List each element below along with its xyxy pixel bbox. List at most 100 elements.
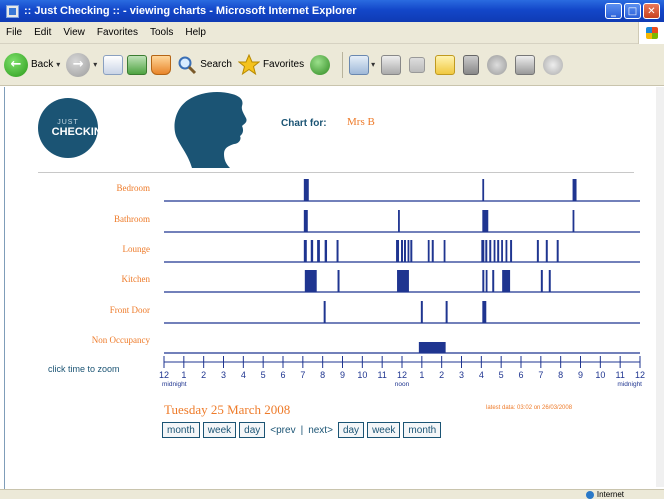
time-tick-label[interactable]: 2 [439,370,444,380]
users-icon[interactable] [543,54,564,75]
menu-edit[interactable]: Edit [28,27,57,38]
activity-bar[interactable] [407,240,410,262]
activity-bar[interactable] [418,342,446,353]
history-icon[interactable] [310,54,331,75]
time-tick-label[interactable]: 11 [377,370,386,380]
activity-bar[interactable] [572,179,577,201]
time-tick-label[interactable]: 1 [181,370,186,380]
time-tick-label[interactable]: 3 [459,370,464,380]
activity-bar[interactable] [396,240,400,262]
activity-bar[interactable] [556,240,559,262]
activity-bar[interactable] [303,179,309,201]
activity-bar[interactable] [493,240,496,262]
menu-help[interactable]: Help [179,27,212,38]
activity-bar[interactable] [481,240,485,262]
activity-bar[interactable] [540,270,543,292]
activity-bar[interactable] [403,240,406,262]
time-tick-label[interactable]: 12 [397,370,407,380]
refresh-icon[interactable] [127,54,148,75]
minimize-button[interactable]: _ [605,3,622,19]
time-tick-label[interactable]: 10 [595,370,605,380]
home-icon[interactable] [151,54,172,75]
prev-day-button[interactable]: day [239,422,266,438]
activity-bar[interactable] [303,240,307,262]
time-tick-label[interactable]: 5 [261,370,266,380]
menu-favorites[interactable]: Favorites [91,27,144,38]
activity-bar[interactable] [445,301,448,323]
forward-button[interactable]: → ▾ [66,52,97,77]
prev-month-button[interactable]: month [162,422,200,438]
activity-bar[interactable] [485,270,488,292]
time-tick-label[interactable]: 5 [499,370,504,380]
menu-view[interactable]: View [57,27,91,38]
activity-bar[interactable] [427,240,430,262]
time-tick-label[interactable]: 4 [479,370,484,380]
activity-bar[interactable] [304,270,317,292]
activity-bar[interactable] [310,240,314,262]
activity-bar[interactable] [482,301,487,323]
time-tick-label[interactable]: 10 [357,370,367,380]
activity-bar[interactable] [501,240,503,262]
time-tick-label[interactable]: 9 [340,370,345,380]
activity-bar[interactable] [497,240,500,262]
time-tick-label[interactable]: 6 [518,370,523,380]
activity-bar[interactable] [323,301,326,323]
time-tick-label[interactable]: 11 [615,370,624,380]
activity-timeline-chart[interactable]: 12 1 2 3 4 5 6 7 8 9 10 11 12 1 2 3 4 5 6 7 8 9 10 11 12midnight… [0,172,664,402]
activity-bar[interactable] [324,240,328,262]
stop-icon[interactable] [103,54,124,75]
back-dropdown-icon[interactable]: ▾ [56,60,60,69]
activity-bar[interactable] [545,240,548,262]
time-tick-label[interactable]: 7 [300,370,305,380]
close-button[interactable]: ✕ [643,3,660,19]
maximize-button[interactable]: □ [624,3,641,19]
time-tick-label[interactable]: 6 [280,370,285,380]
edit-icon[interactable] [409,56,426,73]
research-icon[interactable] [463,54,480,75]
messenger-icon[interactable] [487,54,508,75]
time-tick-label[interactable]: 12 [159,370,169,380]
print-icon[interactable] [381,54,402,75]
search-button[interactable]: Search [177,55,232,75]
next-day-button[interactable]: day [337,422,365,438]
time-tick-label[interactable]: 7 [538,370,543,380]
time-tick-label[interactable]: 1 [419,370,424,380]
forward-dropdown-icon[interactable]: ▾ [93,60,97,69]
time-tick-label[interactable]: 8 [320,370,325,380]
next-month-button[interactable]: month [403,422,442,438]
next-week-button[interactable]: week [367,422,401,438]
next-link[interactable]: next> [306,425,335,436]
activity-bar[interactable] [510,240,513,262]
activity-bar[interactable] [420,301,423,323]
activity-bar[interactable] [401,240,403,262]
time-tick-label[interactable]: 12 [635,370,645,380]
activity-bar[interactable] [536,240,539,262]
back-button[interactable]: ← Back ▾ [4,52,60,77]
activity-bar[interactable] [572,210,575,232]
window-titlebar[interactable]: :: Just Checking :: - viewing charts - M… [0,0,664,22]
time-tick-label[interactable]: 2 [201,370,206,380]
activity-bar[interactable] [303,210,308,232]
prev-link[interactable]: <prev [268,425,297,436]
activity-bar[interactable] [431,240,434,262]
activity-bar[interactable] [317,240,320,262]
activity-bar[interactable] [482,179,485,201]
tool-icon[interactable] [515,54,536,75]
activity-bar[interactable] [502,270,511,292]
activity-bar[interactable] [398,210,400,232]
activity-bar[interactable] [492,270,495,292]
activity-bar[interactable] [337,270,340,292]
mail-icon[interactable] [349,54,370,75]
activity-bar[interactable] [485,240,488,262]
time-tick-label[interactable]: 8 [558,370,563,380]
activity-bar[interactable] [482,210,489,232]
menu-tools[interactable]: Tools [144,27,179,38]
activity-bar[interactable] [397,270,409,292]
favorites-button[interactable]: Favorites [237,53,304,76]
time-tick-label[interactable]: 9 [578,370,583,380]
activity-bar[interactable] [489,240,492,262]
activity-bar[interactable] [410,240,413,262]
activity-bar[interactable] [505,240,508,262]
activity-bar[interactable] [548,270,551,292]
time-tick-label[interactable]: 3 [221,370,226,380]
